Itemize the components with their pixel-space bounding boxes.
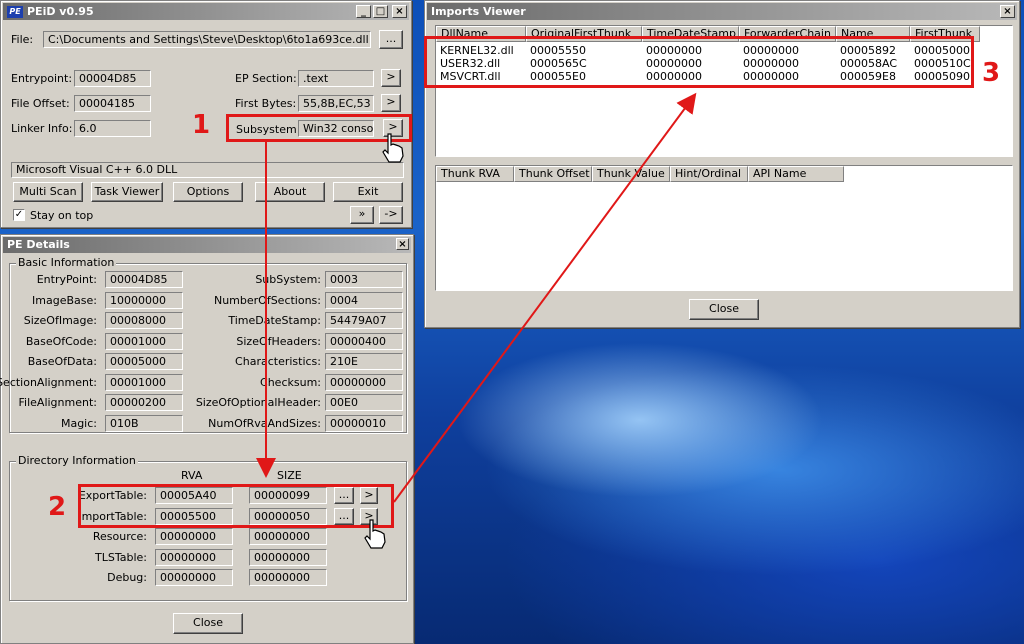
peid-app-icon: PE — [7, 6, 23, 18]
linker-info-field: 6.0 — [74, 120, 151, 137]
basic-info-value: 10000000 — [105, 291, 183, 309]
basic-info-label: FileAlignment: — [18, 396, 97, 409]
directory-information-title: Directory Information — [16, 454, 138, 467]
basic-info-label: BaseOfCode: — [25, 334, 97, 348]
basic-info-label: SizeOfImage: — [23, 314, 97, 327]
thunk-column-header[interactable]: Thunk Value — [592, 166, 670, 182]
close-icon[interactable]: × — [392, 5, 407, 18]
detection-result-field: Microsoft Visual C++ 6.0 DLL — [11, 162, 404, 178]
file-offset-field: 00004185 — [74, 95, 151, 112]
first-bytes-field: 55,8B,EC,53 — [298, 95, 374, 112]
basic-info-value: 00000400 — [325, 332, 403, 350]
directory-highlight-box — [78, 484, 394, 528]
directory-rva-field: 00000000 — [155, 528, 233, 545]
basic-info-label: Characteristics: — [235, 355, 321, 368]
basic-info-value: 00004D85 — [105, 271, 183, 288]
ep-section-label: EP Section: — [235, 72, 297, 85]
dll-list-highlight-box — [424, 36, 974, 88]
browse-button[interactable]: ... — [379, 30, 403, 49]
basic-info-value: 00E0 — [325, 394, 403, 411]
first-bytes-label: First Bytes: — [235, 97, 297, 110]
thunk-column-header[interactable]: Thunk RVA — [436, 166, 514, 182]
directory-label: Resource: — [92, 530, 147, 543]
multi-scan-button[interactable]: Multi Scan — [13, 182, 83, 202]
annotation-number-1: 1 — [192, 110, 211, 140]
options-button[interactable]: Options — [173, 182, 243, 202]
ep-section-field: .text — [298, 70, 374, 87]
basic-info-value: 0003 — [325, 271, 403, 288]
basic-info-label: Magic: — [60, 416, 97, 430]
basic-info-value: 210E — [325, 353, 403, 370]
basic-info-label: NumberOfSections: — [213, 293, 321, 307]
hand-cursor-icon — [364, 519, 386, 549]
basic-info-label: ImageBase: — [32, 293, 97, 307]
pe-details-window: PE Details × Basic Information Directory… — [0, 234, 414, 644]
first-bytes-button[interactable]: > — [381, 94, 401, 112]
directory-rva-field: 00000000 — [155, 548, 233, 566]
stay-on-top-checkbox[interactable]: ✓ — [13, 209, 25, 221]
go-button[interactable]: -> — [379, 206, 403, 224]
maximize-icon[interactable]: □ — [373, 5, 388, 18]
pe-details-title: PE Details — [7, 238, 70, 251]
thunk-column-header[interactable]: API Name — [748, 166, 844, 182]
basic-info-value: 0004 — [325, 291, 403, 309]
rva-header: RVA — [181, 469, 203, 482]
more-button[interactable]: » — [350, 206, 374, 224]
basic-info-value: 00000000 — [325, 373, 403, 391]
basic-info-label: SectionAlignment: — [0, 375, 97, 389]
peid-title: PEiD v0.95 — [27, 5, 94, 18]
ep-section-button[interactable]: > — [381, 69, 401, 87]
directory-label: Debug: — [107, 571, 147, 584]
about-button[interactable]: About — [255, 182, 325, 202]
imports-close-button[interactable]: Close — [689, 299, 759, 320]
hand-cursor-icon — [382, 133, 404, 163]
thunk-column-header[interactable]: Thunk Offset — [514, 166, 592, 182]
thunk-list[interactable]: Thunk RVA Thunk Offset Thunk Value Hint/Ord… — [435, 165, 1013, 291]
basic-info-value: 00001000 — [105, 332, 183, 350]
entrypoint-label: Entrypoint: — [11, 72, 73, 85]
basic-info-value: 00005000 — [105, 353, 183, 370]
exit-button[interactable]: Exit — [333, 182, 403, 202]
file-offset-label: File Offset: — [11, 97, 70, 110]
basic-info-label: SizeOfHeaders: — [236, 334, 321, 348]
peid-titlebar: PE PEiD v0.95 _ □ × — [3, 3, 409, 20]
stay-on-top-label: Stay on top — [30, 209, 94, 222]
thunk-list-header: Thunk RVA Thunk Offset Thunk Value Hint/Ord… — [436, 166, 844, 182]
directory-label: TLSTable: — [95, 550, 147, 564]
directory-rva-field: 00000000 — [155, 569, 233, 586]
pe-details-close-button[interactable]: Close — [173, 613, 243, 634]
basic-info-label: SubSystem: — [255, 273, 321, 286]
basic-info-label: BaseOfData: — [27, 355, 97, 368]
entrypoint-field: 00004D85 — [74, 70, 151, 87]
pe-details-titlebar: PE Details × — [3, 237, 411, 253]
basic-info-label: TimeDateStamp: — [228, 314, 321, 327]
basic-info-value: 00000200 — [105, 394, 183, 411]
imports-viewer-titlebar: Imports Viewer × — [427, 3, 1017, 20]
minimize-icon[interactable]: _ — [356, 5, 371, 18]
size-header: SIZE — [277, 469, 302, 482]
basic-info-label: SizeOfOptionalHeader: — [195, 396, 321, 409]
file-path-field[interactable]: C:\Documents and Settings\Steve\Desktop\… — [43, 31, 371, 48]
directory-size-field: 00000000 — [249, 569, 327, 586]
basic-info-value: 54479A07 — [325, 312, 403, 329]
basic-info-value: 00008000 — [105, 312, 183, 329]
task-viewer-button[interactable]: Task Viewer — [91, 182, 163, 202]
linker-info-label: Linker Info: — [11, 122, 73, 135]
annotation-number-3: 3 — [982, 58, 1001, 88]
close-icon[interactable]: × — [1000, 5, 1015, 18]
basic-info-label: EntryPoint: — [36, 273, 97, 286]
thunk-column-header[interactable]: Hint/Ordinal — [670, 166, 748, 182]
basic-info-value: 00001000 — [105, 373, 183, 391]
basic-info-value: 010B — [105, 414, 183, 432]
directory-size-field: 00000000 — [249, 548, 327, 566]
annotation-number-2: 2 — [48, 492, 67, 522]
basic-info-label: Checksum: — [260, 375, 321, 389]
imports-viewer-title: Imports Viewer — [431, 5, 526, 18]
file-label: File: — [11, 33, 34, 46]
directory-size-field: 00000000 — [249, 528, 327, 545]
close-icon[interactable]: × — [396, 238, 409, 250]
basic-info-value: 00000010 — [325, 414, 403, 432]
basic-info-label: NumOfRvaAndSizes: — [208, 416, 321, 430]
basic-information-title: Basic Information — [16, 256, 117, 269]
